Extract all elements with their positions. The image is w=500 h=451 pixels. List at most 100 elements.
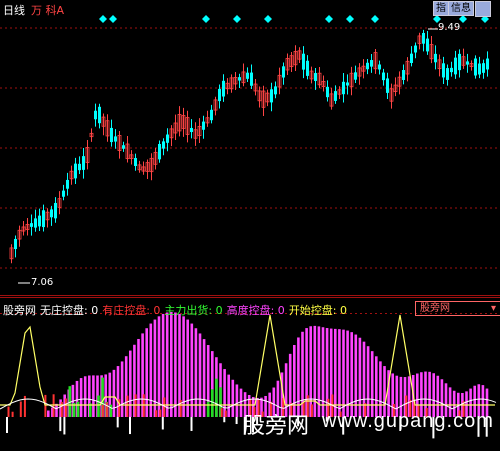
candle-body [62,190,65,197]
candle-body [450,67,453,73]
panel-toggle-icon[interactable] [475,1,491,17]
watermark-url: www.gupang.com [322,410,494,432]
indicator-bar-red [134,394,137,417]
indicator-bar-green [215,378,218,417]
candle-body [54,202,57,219]
indicator-bar-magenta [313,325,317,417]
low-price-label: 7.06 [31,277,54,288]
indicator-bar-magenta [120,361,124,417]
indicator-bar-green [76,401,80,417]
legend-item-3: 高度控盘: 0 [226,304,285,317]
high-price-label: 9.49 [438,22,461,33]
candle-body [386,78,389,93]
indicator-bar-magenta [92,375,95,417]
indicator-bar-magenta [338,329,341,417]
indicator-bar-red [155,410,158,417]
price-chart-panel[interactable] [0,0,500,296]
candle-body [110,127,113,143]
indicator-bar-red [224,410,227,417]
candle-body [158,143,161,160]
indicator-bar-magenta [194,328,198,417]
indicator-bar-magenta [149,323,153,417]
candle-body [486,58,489,70]
indicator-bar-magenta [145,328,148,417]
index-button[interactable]: 指 [433,1,449,16]
indicator-bar-magenta [190,323,194,417]
indicator-bar-green [109,404,113,417]
indicator-bar-red [11,411,14,417]
indicator-bar-red [159,409,162,417]
candle-body [246,72,249,79]
candle-body [482,63,485,73]
indicator-bar-red [60,401,63,417]
signal-diamond [109,15,117,23]
candle-body [314,73,317,81]
candle-body [326,86,329,98]
candle-body [442,63,445,78]
signal-diamond [264,15,272,23]
indicator-bar-white [235,417,238,425]
candle-body [306,60,309,76]
candle-body [34,218,37,228]
indicator-bar-magenta [375,356,378,417]
indicator-bar-magenta [350,332,353,417]
signal-diamond [233,15,241,23]
candle-body [270,89,273,103]
indicator-bar-magenta [79,378,83,417]
indicator-bar-red [52,394,55,417]
indicator-bar-white [63,417,66,435]
candle-body [366,62,369,70]
indicator-bar-magenta [157,316,161,417]
indicator-bar-magenta [112,369,116,417]
candle-body [82,156,85,170]
indicator-bar-white [190,417,193,431]
signal-diamond [346,15,354,23]
indicator-bar-red [44,394,47,417]
candle-body [74,163,77,179]
candle-body [166,134,169,143]
indicator-bar-red [105,402,108,417]
indicator-bar-magenta [186,319,189,417]
candle-body [474,58,477,76]
indicator-bar-magenta [235,384,239,417]
indicator-bar-red [163,397,166,417]
indicator-bar-magenta [231,379,235,417]
candle-body [38,215,41,227]
indicator-bar-magenta [47,410,50,417]
candle-body [402,70,405,80]
candle-body [66,179,69,189]
indicator-bar-magenta [239,388,243,417]
indicator-bar-red [310,404,313,417]
candle-body [382,72,385,81]
candle-body [78,163,81,171]
indicator-bar-magenta [170,311,173,417]
candle-body [274,86,277,95]
indicator-selector-value: 股旁网 [420,303,450,314]
legend-item-0: 无庄控盘: 0 [40,304,99,317]
indicator-selector[interactable]: 股旁网 ▾ [415,301,500,316]
candle-body [282,66,285,78]
indicator-bar-red [220,408,223,417]
indicator-bar-white [161,417,164,430]
candle-body [410,53,413,64]
indicator-bar-magenta [293,345,296,417]
indicator-bar-magenta [366,346,370,417]
candle-body [422,32,425,44]
candle-body [50,209,53,218]
indicator-bar-red [142,394,145,417]
candle-body [250,72,253,86]
indicator-bar-white [6,417,8,433]
candle-body [202,121,205,130]
indicator-bar-magenta [55,403,58,417]
info-button[interactable]: 信息 [448,1,474,16]
candle-body [238,77,241,81]
candle-body [222,80,225,97]
period-label: 日线 [3,4,25,17]
candle-body [346,82,349,86]
candlestick-chart[interactable] [0,0,500,296]
candle-body [210,109,213,121]
candle-body [458,53,461,71]
indicator-bar-white [129,417,131,435]
candle-body [334,91,337,101]
indicator-bar-magenta [370,351,374,417]
